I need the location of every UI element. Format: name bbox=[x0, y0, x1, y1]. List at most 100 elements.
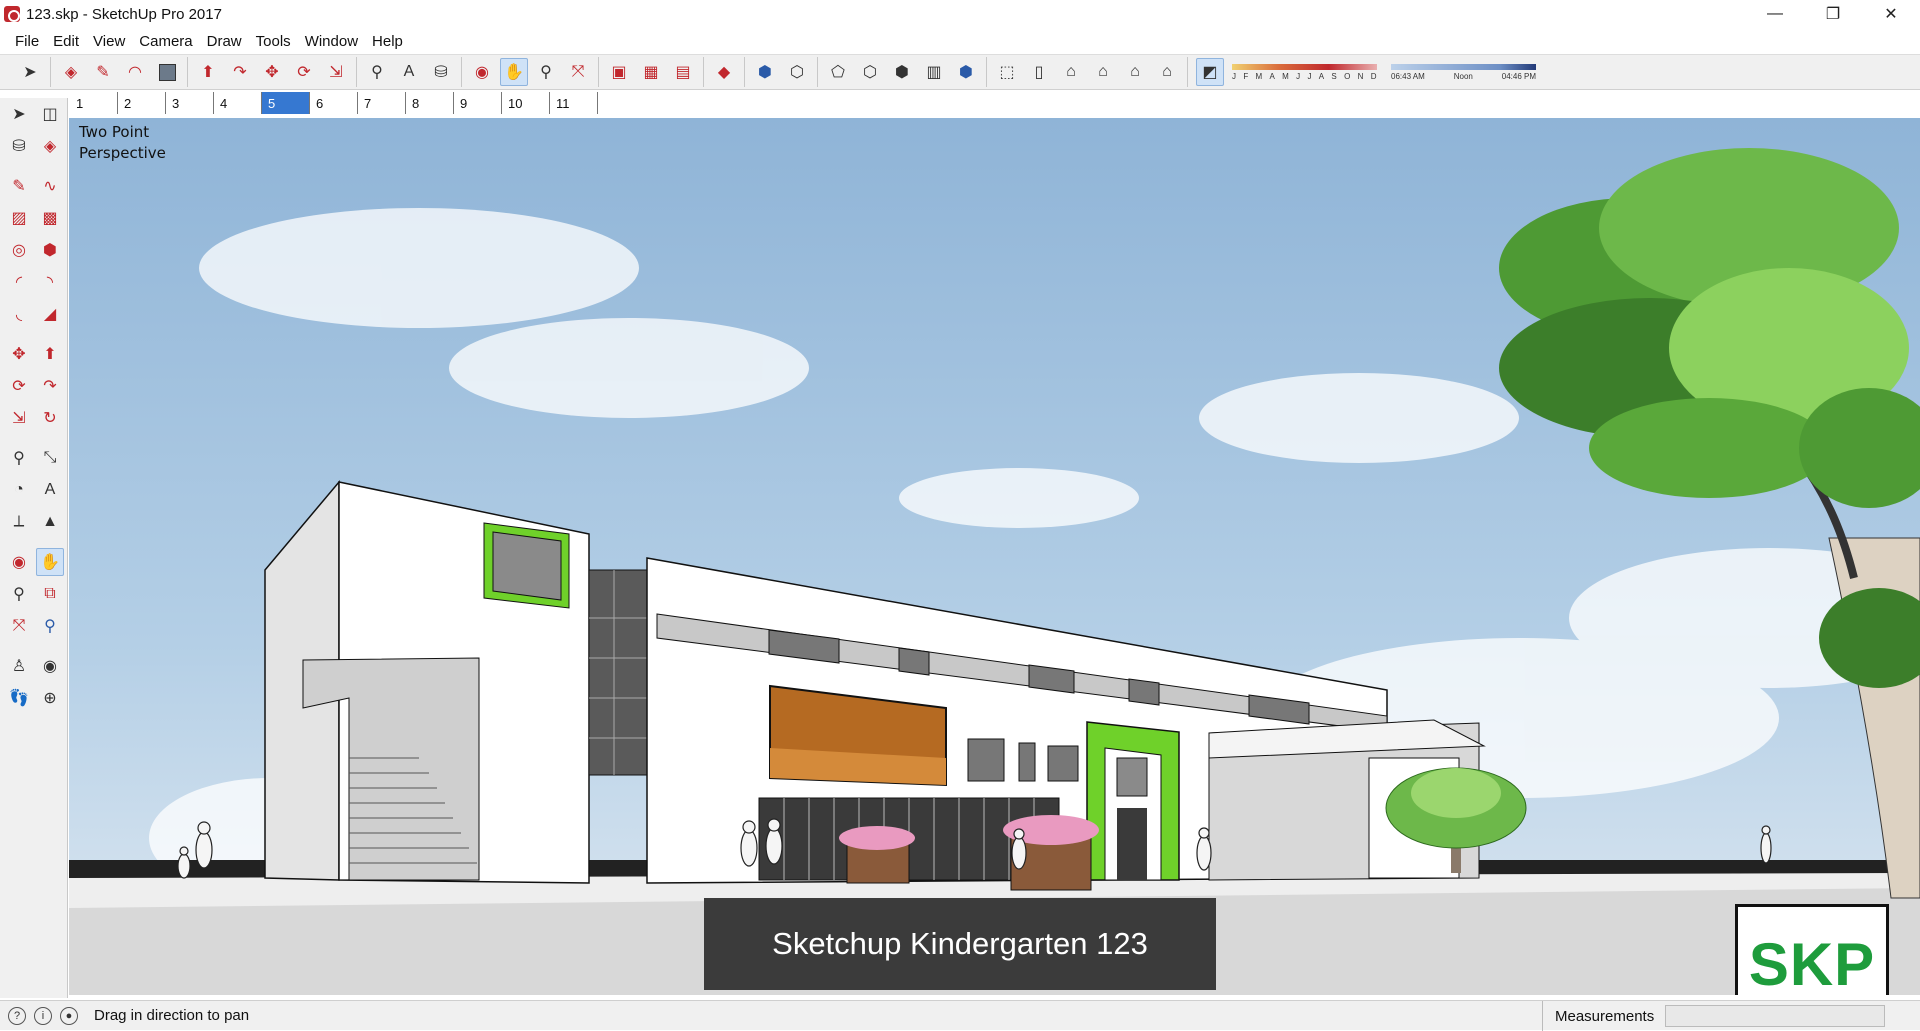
pencil-icon[interactable]: ✎ bbox=[89, 58, 117, 86]
maximize-button[interactable]: ❐ bbox=[1804, 0, 1862, 28]
back-view-icon[interactable]: ⌂ bbox=[1121, 58, 1149, 86]
close-button[interactable]: ✕ bbox=[1862, 0, 1920, 28]
menu-view[interactable]: View bbox=[86, 33, 132, 50]
menu-file[interactable]: File bbox=[8, 33, 46, 50]
polygon-icon[interactable]: ⬢ bbox=[36, 236, 64, 264]
top-view-icon[interactable]: ▯ bbox=[1025, 58, 1053, 86]
share-component-icon[interactable]: ▦ bbox=[637, 58, 665, 86]
scene-tab[interactable]: 9 bbox=[454, 92, 502, 114]
zoom-icon[interactable]: ⚲ bbox=[5, 580, 33, 608]
scene-tab[interactable]: 2 bbox=[118, 92, 166, 114]
hidden-line-icon[interactable]: ⬡ bbox=[856, 58, 884, 86]
menu-edit[interactable]: Edit bbox=[46, 33, 86, 50]
follow-me-icon[interactable]: ↷ bbox=[36, 372, 64, 400]
push-pull-icon[interactable]: ⬆ bbox=[194, 58, 222, 86]
extension-warehouse-icon[interactable]: ▤ bbox=[669, 58, 697, 86]
eraser-icon[interactable]: ◈ bbox=[57, 58, 85, 86]
scene-tab[interactable]: 11 bbox=[550, 92, 598, 114]
geolocation-icon[interactable]: ? bbox=[8, 1006, 26, 1025]
tape-measure-icon[interactable]: ⚲ bbox=[5, 444, 33, 472]
menu-camera[interactable]: Camera bbox=[132, 33, 199, 50]
menu-window[interactable]: Window bbox=[298, 33, 365, 50]
rotate-icon[interactable]: ⟳ bbox=[290, 58, 318, 86]
circle-icon[interactable]: ◎ bbox=[5, 236, 33, 264]
xray-style-icon[interactable]: ⬢ bbox=[751, 58, 779, 86]
minimize-button[interactable]: — bbox=[1746, 0, 1804, 28]
select-icon[interactable]: ➤ bbox=[16, 58, 44, 86]
three-point-arc-icon[interactable]: ◟ bbox=[5, 300, 33, 328]
scale-icon[interactable]: ⇲ bbox=[5, 404, 33, 432]
line-icon[interactable]: ✎ bbox=[5, 172, 33, 200]
model-viewport[interactable]: Two Point Perspective Sketchup Kindergar… bbox=[69, 118, 1920, 995]
push-pull-icon[interactable]: ⬆ bbox=[36, 340, 64, 368]
freehand-icon[interactable]: ∿ bbox=[36, 172, 64, 200]
axes-icon[interactable]: ⟂ bbox=[5, 508, 33, 536]
iso-view-icon[interactable]: ⬚ bbox=[993, 58, 1021, 86]
pan-icon[interactable]: ✋ bbox=[500, 58, 528, 86]
protractor-icon[interactable]: ◔ bbox=[5, 476, 33, 504]
user-icon[interactable]: ● bbox=[60, 1006, 78, 1025]
look-around-icon[interactable]: ◉ bbox=[36, 652, 64, 680]
move-icon[interactable]: ✥ bbox=[5, 340, 33, 368]
follow-me-icon[interactable]: ↷ bbox=[226, 58, 254, 86]
pan-icon[interactable]: ✋ bbox=[36, 548, 64, 576]
text-icon[interactable]: A bbox=[395, 58, 423, 86]
previous-view-icon[interactable]: ⚲ bbox=[36, 612, 64, 640]
scene-tab[interactable]: 7 bbox=[358, 92, 406, 114]
paint-bucket-icon[interactable]: ⛁ bbox=[427, 58, 455, 86]
rectangle-icon[interactable] bbox=[153, 58, 181, 86]
menu-draw[interactable]: Draw bbox=[200, 33, 249, 50]
info-icon[interactable]: i bbox=[34, 1006, 52, 1025]
eraser-icon[interactable]: ◈ bbox=[36, 132, 64, 160]
position-camera-icon[interactable]: ♙ bbox=[5, 652, 33, 680]
scene-tab[interactable]: 6 bbox=[310, 92, 358, 114]
menu-tools[interactable]: Tools bbox=[249, 33, 298, 50]
zoom-window-icon[interactable]: ⧉ bbox=[36, 580, 64, 608]
orbit-icon[interactable]: ◉ bbox=[5, 548, 33, 576]
arc-icon[interactable]: ◠ bbox=[121, 58, 149, 86]
offset-icon[interactable]: ↻ bbox=[36, 404, 64, 432]
zoom-icon[interactable]: ⚲ bbox=[532, 58, 560, 86]
pie-icon[interactable]: ◢ bbox=[36, 300, 64, 328]
scale-icon[interactable]: ⇲ bbox=[322, 58, 350, 86]
zoom-extents-icon[interactable]: ⤧ bbox=[5, 612, 33, 640]
text-icon[interactable]: A bbox=[36, 476, 64, 504]
two-point-arc-icon[interactable]: ◝ bbox=[36, 268, 64, 296]
left-view-icon[interactable]: ⌂ bbox=[1153, 58, 1181, 86]
3d-warehouse-icon[interactable]: ▣ bbox=[605, 58, 633, 86]
select-icon[interactable]: ➤ bbox=[5, 100, 33, 128]
scene-tab[interactable]: 3 bbox=[166, 92, 214, 114]
front-view-icon[interactable]: ⌂ bbox=[1057, 58, 1085, 86]
time-slider[interactable]: 06:43 AM Noon 04:46 PM bbox=[1391, 63, 1536, 81]
menu-help[interactable]: Help bbox=[365, 33, 410, 50]
month-slider[interactable]: J F M A M J J A S O N D bbox=[1232, 63, 1377, 81]
monochrome-icon[interactable]: ⬢ bbox=[952, 58, 980, 86]
orbit-icon[interactable]: ◉ bbox=[468, 58, 496, 86]
shaded-icon[interactable]: ⬢ bbox=[888, 58, 916, 86]
month-slider-track[interactable] bbox=[1232, 63, 1377, 70]
3d-text-icon[interactable]: ▲ bbox=[36, 508, 64, 536]
scene-tab[interactable]: 8 bbox=[406, 92, 454, 114]
scene-tab[interactable]: 1 bbox=[70, 92, 118, 114]
rotate-icon[interactable]: ⟳ bbox=[5, 372, 33, 400]
time-slider-track[interactable] bbox=[1391, 63, 1536, 70]
dimension-icon[interactable]: ⤡ bbox=[36, 444, 64, 472]
scene-tab[interactable]: 4 bbox=[214, 92, 262, 114]
wireframe-icon[interactable]: ⬠ bbox=[824, 58, 852, 86]
rectangle-icon[interactable]: ▨ bbox=[5, 204, 33, 232]
section-plane-icon[interactable]: ⊕ bbox=[36, 684, 64, 712]
scene-tab-active[interactable]: 5 bbox=[262, 92, 310, 114]
move-icon[interactable]: ✥ bbox=[258, 58, 286, 86]
shaded-textures-icon[interactable]: ▥ bbox=[920, 58, 948, 86]
walk-icon[interactable]: 👣 bbox=[5, 684, 33, 712]
zoom-extents-icon[interactable]: ⤧ bbox=[564, 58, 592, 86]
arc-icon[interactable]: ◜ bbox=[5, 268, 33, 296]
rotated-rectangle-icon[interactable]: ▩ bbox=[36, 204, 64, 232]
back-edges-icon[interactable]: ⬡ bbox=[783, 58, 811, 86]
tape-measure-icon[interactable]: ⚲ bbox=[363, 58, 391, 86]
paint-bucket-icon[interactable]: ⛁ bbox=[5, 132, 33, 160]
measurements-input[interactable] bbox=[1665, 1005, 1885, 1027]
make-component-icon[interactable]: ◫ bbox=[36, 100, 64, 128]
ruby-icon[interactable]: ◆ bbox=[710, 58, 738, 86]
right-view-icon[interactable]: ⌂ bbox=[1089, 58, 1117, 86]
